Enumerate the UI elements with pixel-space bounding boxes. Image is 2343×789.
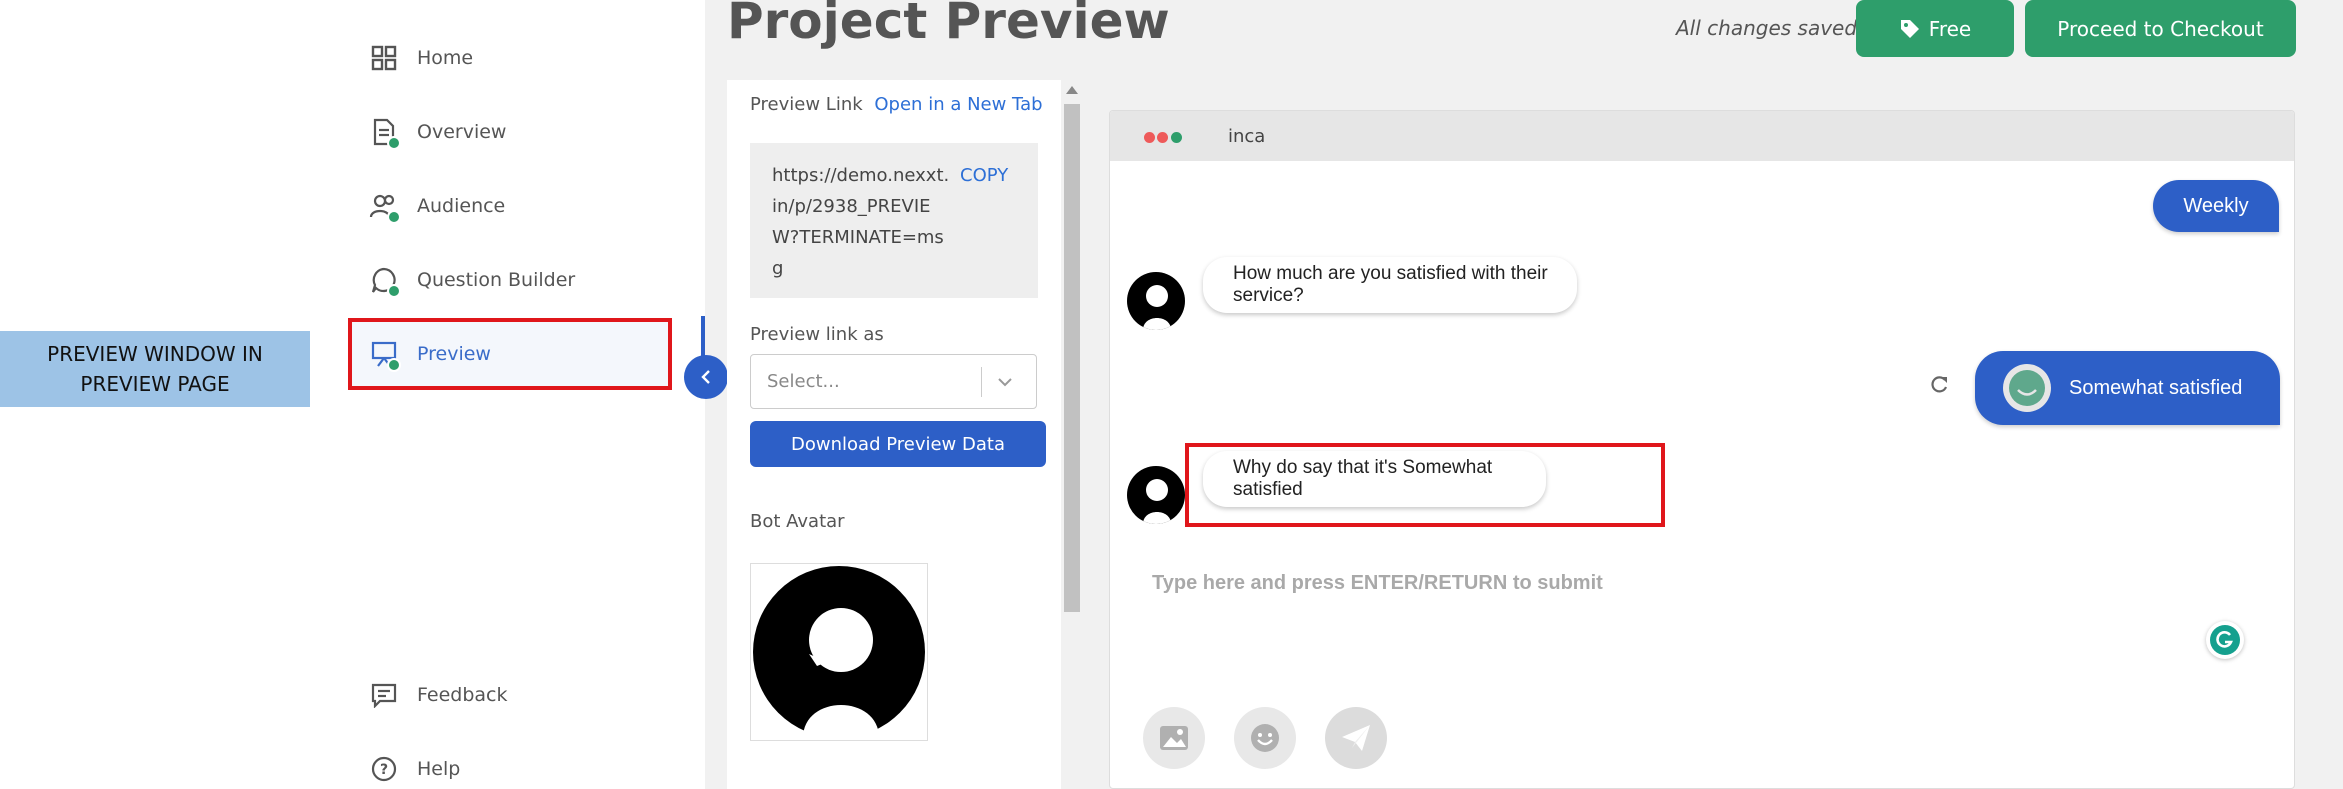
checkout-label: Proceed to Checkout: [2057, 16, 2264, 41]
sidebar-item-feedback[interactable]: Feedback: [369, 675, 507, 715]
annotation-text: PREVIEW WINDOW IN PREVIEW PAGE: [47, 342, 263, 396]
highlight-box: [1185, 443, 1665, 527]
refresh-icon[interactable]: [1928, 374, 1950, 396]
sidebar-item-question-builder[interactable]: Question Builder: [369, 260, 575, 300]
preview-as-select[interactable]: Select...: [750, 354, 1037, 409]
attach-image-button[interactable]: [1143, 707, 1205, 769]
save-status: All changes saved: [1676, 16, 1858, 40]
image-icon: [1160, 726, 1188, 750]
sidebar-item-home[interactable]: Home: [369, 38, 473, 78]
preview-url-text: https://demo.nexxt.in/p/2938_PREVIEW?TER…: [772, 165, 950, 279]
message-text: Somewhat satisfied: [2069, 376, 2243, 399]
window-dot-green: [1171, 132, 1182, 143]
check-icon: [387, 358, 401, 372]
download-label: Download Preview Data: [791, 433, 1005, 455]
select-placeholder: Select...: [767, 371, 840, 392]
check-icon: [387, 136, 401, 150]
chat-preview-window: inca Weekly How much are you satisfied w…: [1109, 110, 2295, 789]
window-dot-red: [1144, 132, 1155, 143]
check-icon: [387, 284, 401, 298]
bot-avatar-small: [1127, 272, 1185, 330]
window-dot-red: [1157, 132, 1168, 143]
annotation-callout: PREVIEW WINDOW IN PREVIEW PAGE: [0, 331, 310, 407]
check-icon: [387, 210, 401, 224]
chat-question-icon: [369, 265, 401, 298]
preview-as-label: Preview link as: [750, 324, 884, 345]
sidebar-item-help[interactable]: ? Help: [369, 749, 460, 789]
open-new-tab-link[interactable]: Open in a New Tab: [874, 94, 1042, 115]
sidebar-item-overview[interactable]: Overview: [369, 112, 506, 152]
scrollbar-thumb[interactable]: [1064, 104, 1080, 612]
document-icon: [369, 117, 401, 150]
sidebar-item-label: Question Builder: [417, 269, 576, 291]
send-icon: [1342, 725, 1370, 751]
download-preview-data-button[interactable]: Download Preview Data: [750, 421, 1046, 467]
bot-avatar-small: [1127, 466, 1185, 524]
preview-link-label: Preview Link: [750, 94, 863, 115]
sidebar-item-preview[interactable]: Preview: [369, 334, 491, 374]
preview-link-row: Preview Link Open in a New Tab: [750, 94, 1043, 115]
sidebar-item-label: Preview: [417, 343, 491, 365]
user-message: Weekly: [2153, 180, 2279, 232]
scroll-up-icon: [1066, 86, 1078, 94]
bot-name: inca: [1228, 126, 1266, 147]
plan-free-label: Free: [1928, 16, 1972, 41]
page-title: Project Preview: [727, 0, 1170, 50]
chevron-left-icon: [701, 370, 710, 384]
chat-header: inca: [1110, 111, 2294, 161]
select-separator: [981, 367, 982, 397]
feedback-icon: [369, 680, 399, 710]
copy-link-button[interactable]: COPY: [960, 160, 1008, 191]
grammarly-icon: [2210, 625, 2240, 655]
sidebar-item-label: Help: [417, 758, 461, 780]
user-message: Somewhat satisfied: [1975, 351, 2280, 425]
sidebar-item-label: Home: [417, 47, 474, 69]
message-text: Weekly: [2183, 194, 2249, 217]
svg-text:?: ?: [380, 762, 388, 778]
grid-icon: [369, 43, 399, 73]
bot-message: How much are you satisfied with their se…: [1203, 257, 1577, 313]
chevron-down-icon: [998, 378, 1012, 387]
preview-url-box: https://demo.nexxt.in/p/2938_PREVIEW?TER…: [750, 143, 1038, 298]
checkout-button[interactable]: Proceed to Checkout: [2025, 0, 2296, 57]
collapse-sidebar-button[interactable]: [684, 355, 728, 399]
bot-avatar-label: Bot Avatar: [750, 511, 845, 532]
message-text: How much are you satisfied with their se…: [1233, 263, 1548, 306]
presentation-icon: [369, 339, 401, 372]
sidebar-item-label: Feedback: [417, 684, 508, 706]
plan-free-button[interactable]: Free: [1856, 0, 2014, 57]
bot-avatar-image: [753, 566, 925, 738]
help-icon: ?: [369, 754, 399, 784]
grammarly-button[interactable]: [2206, 621, 2244, 659]
sidebar-item-label: Audience: [417, 195, 506, 217]
smiley-icon: [2003, 364, 2051, 412]
sidebar-item-label: Overview: [417, 121, 507, 143]
bot-avatar-preview[interactable]: [750, 563, 928, 741]
send-button[interactable]: [1325, 707, 1387, 769]
emoji-icon: [1251, 724, 1279, 752]
chat-input[interactable]: Type here and press ENTER/RETURN to subm…: [1152, 572, 1603, 595]
users-icon: [369, 191, 401, 224]
tag-icon: [1900, 19, 1919, 38]
emoji-button[interactable]: [1234, 707, 1296, 769]
sidebar-item-audience[interactable]: Audience: [369, 186, 505, 226]
